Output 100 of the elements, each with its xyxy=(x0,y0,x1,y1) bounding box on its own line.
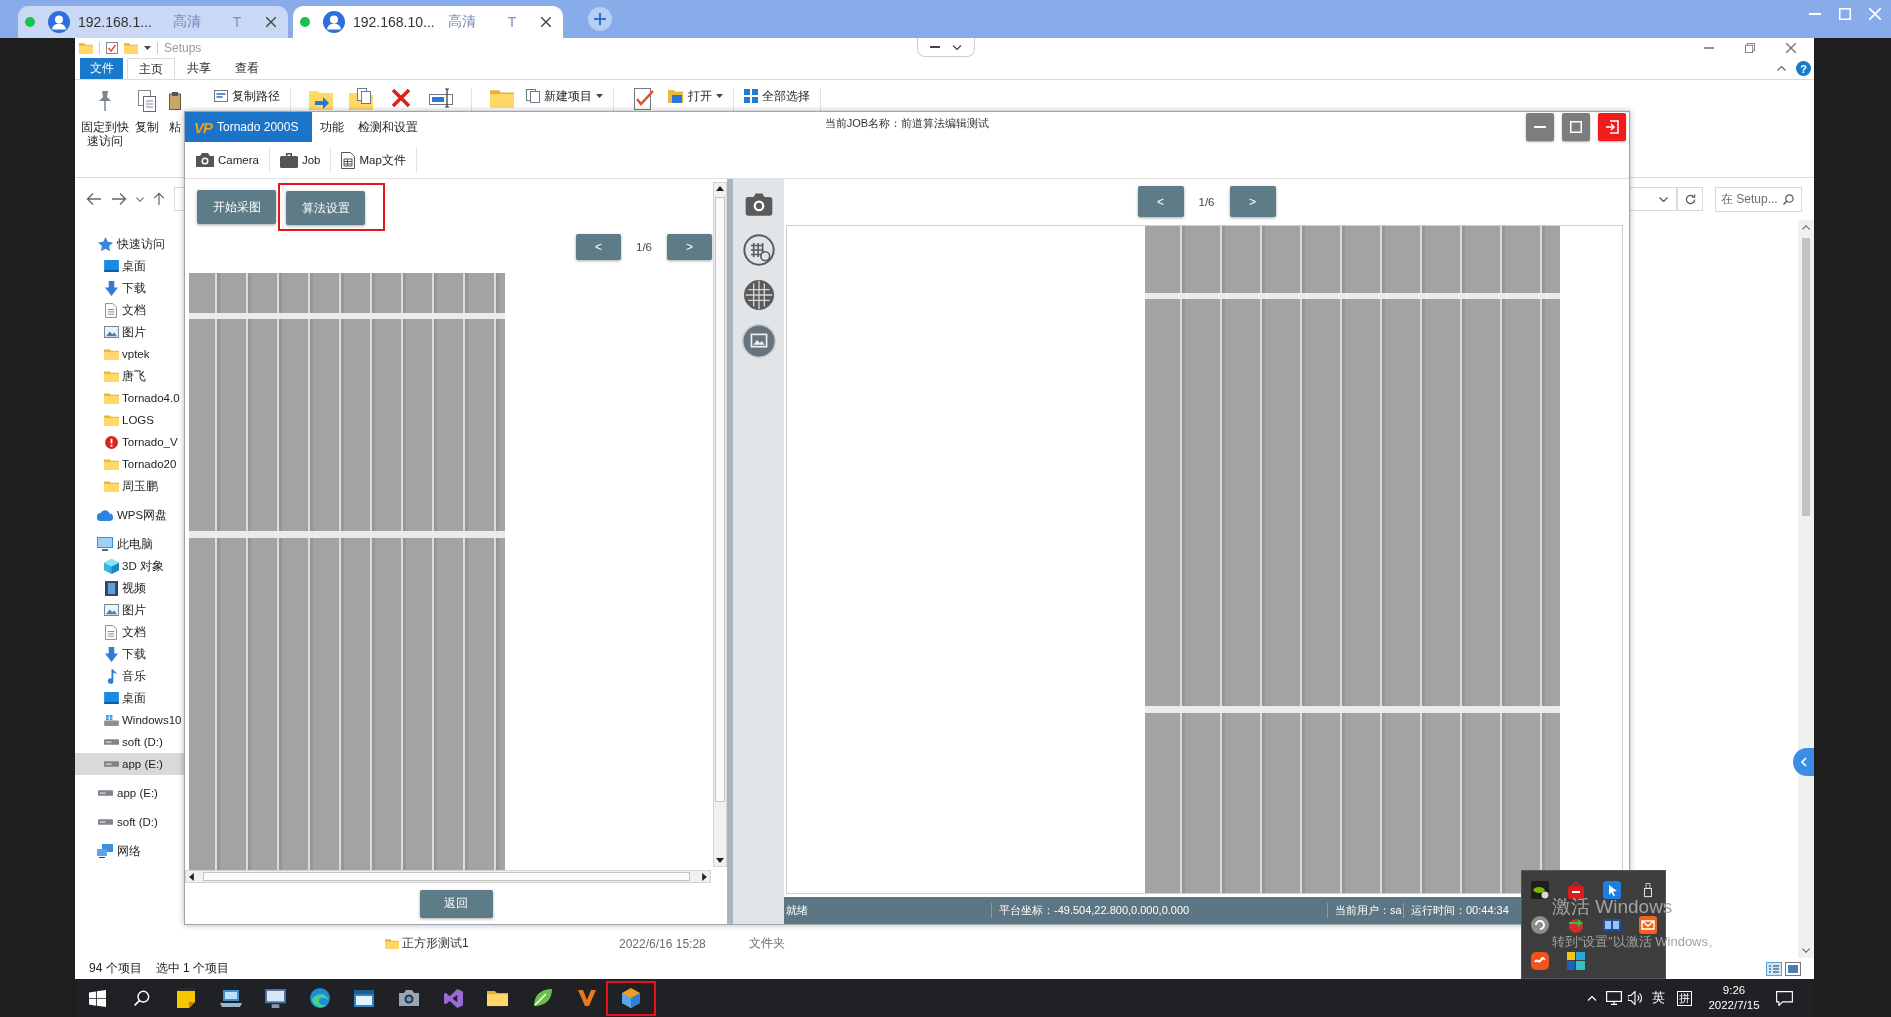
monitor-icon[interactable] xyxy=(264,988,286,1008)
window-icon[interactable] xyxy=(354,989,375,1007)
bow-logo-icon[interactable] xyxy=(443,988,463,1008)
nav-item[interactable]: 快速访问 xyxy=(75,233,184,255)
search-field[interactable]: 在 Setup... xyxy=(1715,186,1802,212)
toolbar-button[interactable]: Job xyxy=(269,147,332,173)
nav-item[interactable]: LOGS xyxy=(75,409,184,431)
action-button[interactable]: 开始采图 xyxy=(197,190,276,224)
caret-icon[interactable] xyxy=(596,94,603,98)
back-arrow-icon[interactable] xyxy=(86,192,102,206)
forward-arrow-icon[interactable] xyxy=(111,192,127,206)
thumbnail-view-icon[interactable] xyxy=(1785,961,1801,976)
next-button[interactable]: > xyxy=(667,234,712,260)
browser-tab[interactable]: 192.168.1... 高清 T xyxy=(18,6,288,38)
scroll-right-icon[interactable] xyxy=(702,872,707,881)
clock-time[interactable]: 9:26 xyxy=(1722,983,1746,998)
arrow-badge-icon[interactable] xyxy=(1567,916,1585,935)
exit-icon[interactable] xyxy=(1605,120,1619,134)
folder-copy-icon[interactable] xyxy=(349,88,373,110)
mail-icon[interactable] xyxy=(1639,916,1657,935)
nav-item[interactable]: 图片 xyxy=(75,321,184,343)
browser-icon[interactable] xyxy=(309,988,330,1008)
caret-icon[interactable] xyxy=(716,94,723,98)
menu-item[interactable]: 功能 xyxy=(314,112,350,142)
nav-item[interactable]: 此电脑 xyxy=(75,533,184,555)
nav-item[interactable]: 桌面 xyxy=(75,687,184,709)
rename-icon[interactable] xyxy=(429,88,453,108)
delete-icon[interactable] xyxy=(391,88,411,108)
volume-icon[interactable] xyxy=(1628,991,1644,1005)
ribbon-button[interactable]: 打开 xyxy=(668,88,723,104)
panel-icon[interactable] xyxy=(1603,919,1621,932)
maximize-button[interactable] xyxy=(1562,113,1590,141)
next-button[interactable]: > xyxy=(1229,186,1276,217)
notification-icon[interactable] xyxy=(1776,990,1793,1006)
scrollbar[interactable] xyxy=(185,870,711,883)
chevron-down-icon[interactable] xyxy=(1802,948,1810,953)
help-button[interactable]: ? xyxy=(1796,61,1811,76)
refresh-icon[interactable] xyxy=(1684,193,1696,205)
maximize-icon[interactable] xyxy=(1570,121,1582,133)
close-icon[interactable] xyxy=(541,17,551,27)
blocks-icon[interactable] xyxy=(1567,951,1585,970)
previous-button[interactable]: < xyxy=(576,234,621,260)
nav-item[interactable]: soft (D:) xyxy=(75,811,184,833)
ribbon-button[interactable]: 粘 xyxy=(167,88,183,134)
sticky-note-icon[interactable] xyxy=(177,988,196,1008)
scroll-up-icon[interactable] xyxy=(716,186,724,191)
ribbon-button[interactable]: 复制路径 xyxy=(214,88,280,104)
nav-item[interactable]: 网络 xyxy=(75,840,184,862)
laptop-icon[interactable] xyxy=(219,989,242,1007)
nav-item[interactable]: Tornado20 xyxy=(75,453,184,475)
ribbon-tab[interactable]: 文件 xyxy=(80,58,123,79)
scroll-down-icon[interactable] xyxy=(716,858,724,863)
checkbox-icon[interactable] xyxy=(106,42,118,54)
refresh-button[interactable] xyxy=(1677,187,1703,211)
nav-item[interactable]: 周玉鹏 xyxy=(75,475,184,497)
plus-icon[interactable] xyxy=(588,7,612,31)
browser-tab[interactable]: 192.168.10... 高清 T xyxy=(293,6,563,38)
nav-item[interactable]: 图片 xyxy=(75,599,184,621)
exit-button[interactable] xyxy=(1598,113,1626,141)
camera-icon[interactable] xyxy=(398,990,419,1006)
nav-item[interactable]: WPS网盘 xyxy=(75,504,184,526)
cube-icon[interactable] xyxy=(622,988,640,1008)
cursor-icon[interactable] xyxy=(1603,880,1621,899)
toolbar-button[interactable]: Camera xyxy=(186,147,270,173)
nav-item[interactable]: 视频 xyxy=(75,577,184,599)
nav-item[interactable]: app (E:) xyxy=(75,753,184,775)
scroll-left-icon[interactable] xyxy=(189,872,194,881)
ribbon-tab[interactable]: 查看 xyxy=(223,58,271,79)
check-document-icon[interactable] xyxy=(634,88,654,110)
nav-item[interactable]: 下载 xyxy=(75,643,184,665)
nav-item[interactable]: Windows10 xyxy=(75,709,184,731)
ime-mode-indicator[interactable]: 拼 xyxy=(1676,990,1692,1006)
search-icon[interactable] xyxy=(133,990,150,1006)
leaf-icon[interactable] xyxy=(532,988,553,1008)
nav-item[interactable]: vptek xyxy=(75,343,184,365)
ribbon-button[interactable]: 固定到快速访问 xyxy=(79,88,131,148)
previous-button[interactable]: < xyxy=(1137,186,1184,217)
ribbon-tab[interactable]: 主页 xyxy=(127,58,175,79)
wave-icon[interactable] xyxy=(1531,951,1549,970)
toolbar-button[interactable]: Map文件 xyxy=(331,147,417,173)
disc-icon[interactable] xyxy=(1531,916,1549,935)
ime-indicator[interactable]: 英 xyxy=(1647,979,1669,1017)
nav-item[interactable]: Tornado4.0 xyxy=(75,387,184,409)
action-button[interactable]: 算法设置 xyxy=(286,191,365,225)
ribbon-tab[interactable]: 共享 xyxy=(175,58,223,79)
back-button[interactable]: 返回 xyxy=(419,889,493,918)
chevron-up-icon[interactable] xyxy=(1777,66,1786,71)
scrollbar[interactable] xyxy=(713,182,727,867)
image-icon[interactable] xyxy=(741,324,776,358)
nav-item[interactable]: app (E:) xyxy=(75,782,184,804)
nav-item[interactable]: 下载 xyxy=(75,277,184,299)
scrollbar[interactable] xyxy=(1798,220,1814,958)
up-arrow-icon[interactable] xyxy=(153,192,165,206)
chevron-down-icon[interactable] xyxy=(1659,196,1668,202)
search-icon[interactable] xyxy=(1783,193,1794,205)
bag-icon[interactable] xyxy=(1567,880,1585,899)
nav-item[interactable]: 文档 xyxy=(75,621,184,643)
ribbon-button[interactable]: 复制 xyxy=(131,88,163,134)
nav-item[interactable]: 音乐 xyxy=(75,665,184,687)
target-grid-icon[interactable] xyxy=(742,234,775,266)
